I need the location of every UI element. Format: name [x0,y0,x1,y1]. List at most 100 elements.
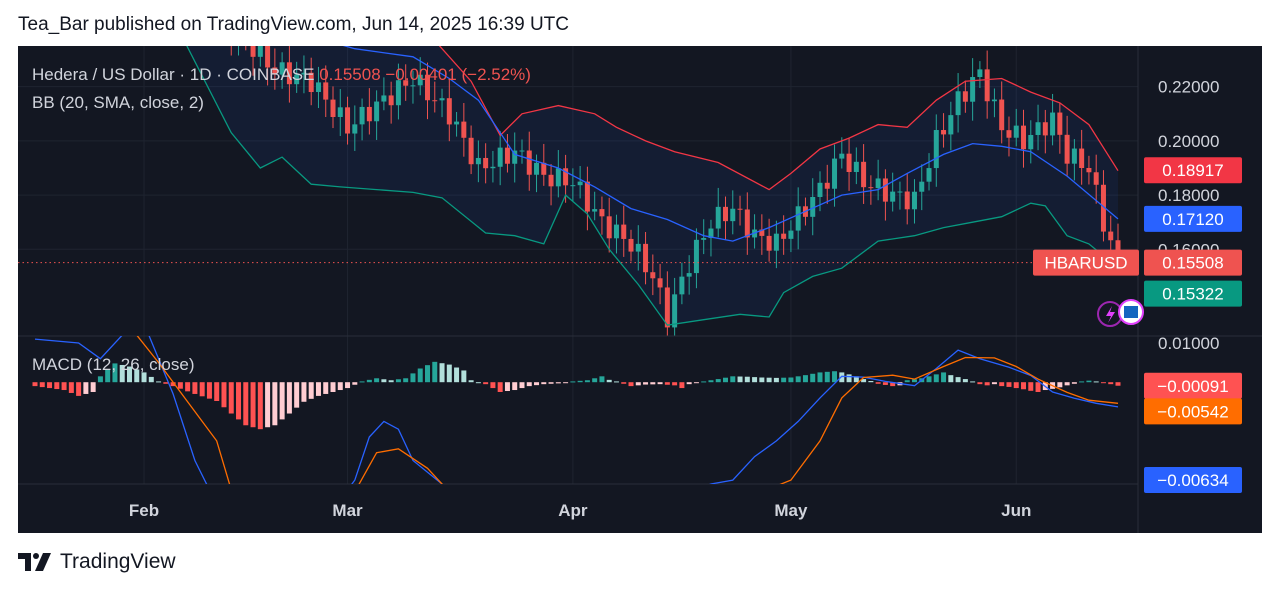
candle-body[interactable] [1035,122,1041,135]
candle-body[interactable] [824,182,830,189]
candle-body[interactable] [890,191,896,202]
candle-body[interactable] [475,157,481,165]
candle-body[interactable] [999,99,1005,131]
candle-body[interactable] [352,124,358,134]
candle-body[interactable] [795,206,801,231]
candle-body[interactable] [911,191,917,210]
candle-body[interactable] [432,100,438,102]
candle-body[interactable] [904,191,910,210]
candle-body[interactable] [730,208,736,222]
candle-body[interactable] [919,181,925,192]
candle-body[interactable] [257,46,263,57]
candle-body[interactable] [490,166,496,169]
candle-body[interactable] [555,168,561,187]
candle-body[interactable] [679,276,685,295]
candle-body[interactable] [875,178,881,189]
candle-body[interactable] [948,115,954,135]
candle-body[interactable] [446,98,452,125]
candle-body[interactable] [613,224,619,239]
candle-body[interactable] [773,233,779,251]
candle-body[interactable] [941,130,947,135]
candle-body[interactable] [468,137,474,165]
candle-body[interactable] [1108,231,1114,241]
candle-body[interactable] [621,224,627,239]
candle-body[interactable] [643,243,649,273]
candle-body[interactable] [715,206,721,229]
candle-body[interactable] [388,95,394,106]
candle-body[interactable] [250,46,256,57]
candle-body[interactable] [744,209,750,238]
candle-body[interactable] [366,106,372,122]
candle-body[interactable] [832,158,838,189]
candle-body[interactable] [374,101,380,122]
candle-body[interactable] [853,161,859,173]
candle-body[interactable] [548,174,554,187]
candle-body[interactable] [519,150,525,152]
candle-body[interactable] [1064,134,1070,164]
candle-body[interactable] [868,187,874,189]
candle-body[interactable] [650,272,656,279]
candle-body[interactable] [1006,130,1012,138]
candle-body[interactable] [497,147,503,167]
candle-body[interactable] [991,99,997,102]
candle-body[interactable] [584,181,590,212]
candle-body[interactable] [926,168,932,182]
candle-body[interactable] [504,147,510,164]
candle-body[interactable] [337,107,343,118]
candle-body[interactable] [933,130,939,169]
candle-body[interactable] [1013,125,1019,138]
candle-body[interactable] [454,121,460,125]
candle-body[interactable] [897,191,903,193]
candle-body[interactable] [1057,112,1063,135]
candle-body[interactable] [359,106,365,125]
candle-body[interactable] [962,91,968,102]
candle-body[interactable] [788,230,794,239]
candle-body[interactable] [345,107,351,134]
candle-body[interactable] [381,95,387,102]
candle-body[interactable] [861,161,867,188]
candle-body[interactable] [781,233,787,239]
candle-body[interactable] [461,121,467,138]
candle-body[interactable] [672,294,678,328]
candle-body[interactable] [723,206,729,222]
candle-body[interactable] [657,278,663,288]
candle-body[interactable] [599,209,605,217]
candle-body[interactable] [1021,125,1027,150]
candle-body[interactable] [664,287,670,328]
candle-body[interactable] [977,69,983,78]
candle-body[interactable] [1050,112,1056,136]
candle-body[interactable] [570,185,576,187]
candle-body[interactable] [606,216,612,239]
chart-panel[interactable]: 0.220000.200000.180000.160000.01000FebMa… [18,46,1262,533]
candle-body[interactable] [701,238,707,240]
candle-body[interactable] [737,208,743,210]
candle-body[interactable] [577,181,583,186]
candle-body[interactable] [984,69,990,102]
candle-body[interactable] [766,235,772,251]
candle-body[interactable] [628,238,634,252]
candle-body[interactable] [439,98,445,101]
candle-body[interactable] [1071,148,1077,164]
candle-body[interactable] [483,157,489,169]
candle-body[interactable] [955,91,961,116]
candle-body[interactable] [526,150,532,175]
candle-body[interactable] [330,99,336,118]
candle-body[interactable] [1093,172,1099,185]
candle-body[interactable] [882,178,888,202]
candle-body[interactable] [1042,122,1048,136]
macd-histogram-bar [991,382,997,385]
candle-body[interactable] [323,82,329,100]
candle-body[interactable] [839,153,845,159]
candle-body[interactable] [817,182,823,197]
candle-body[interactable] [410,85,416,87]
candle-body[interactable] [846,153,852,173]
candle-body[interactable] [1079,148,1085,169]
candle-body[interactable] [534,162,540,175]
candle-body[interactable] [1086,168,1092,173]
candle-body[interactable] [592,209,598,212]
candle-body[interactable] [1028,134,1034,150]
candlestick-chart[interactable]: 0.220000.200000.180000.160000.01000FebMa… [18,46,1262,533]
candle-body[interactable] [693,239,699,274]
candle-body[interactable] [686,273,692,277]
candle-body[interactable] [635,243,641,252]
